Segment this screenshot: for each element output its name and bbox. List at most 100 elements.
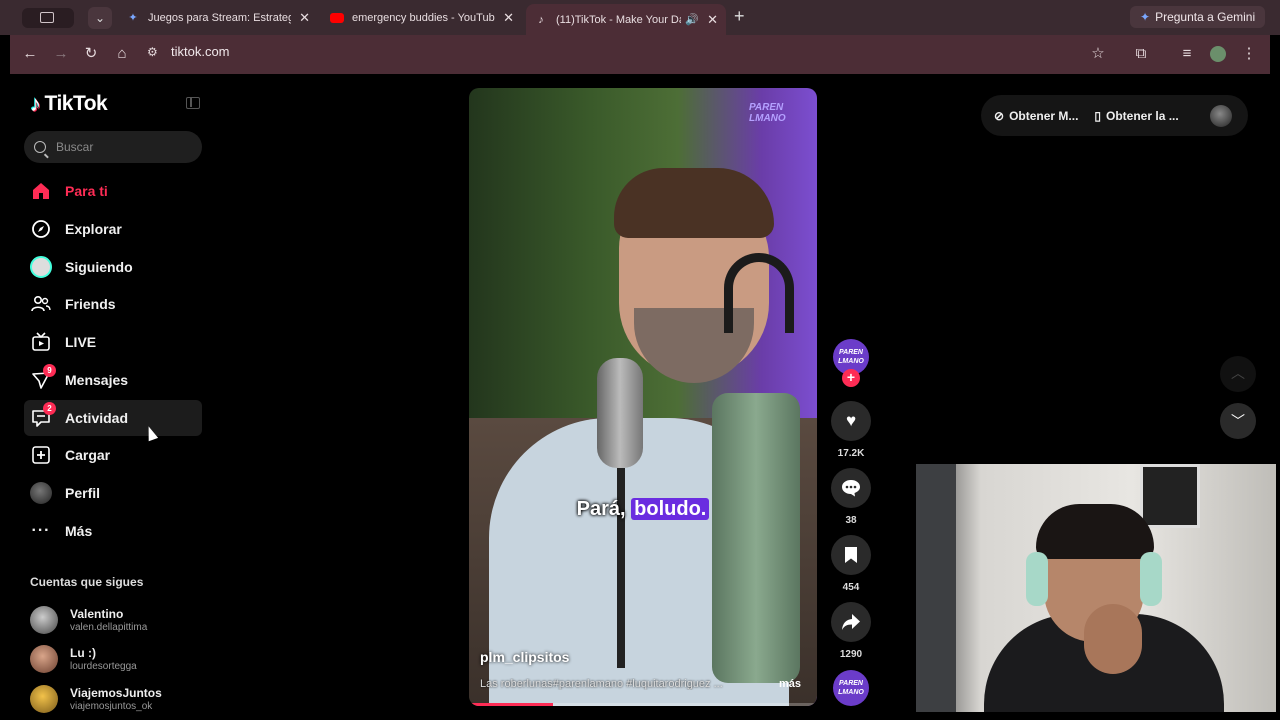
sidebar-item-label: Para ti — [65, 183, 108, 199]
comment-icon — [831, 468, 871, 508]
sidebar-item-live[interactable]: LIVE — [24, 324, 202, 360]
account-name: Lu :) — [70, 645, 96, 660]
comment-button[interactable]: 38 — [830, 468, 872, 526]
extensions-icon[interactable]: ⧉ — [1131, 44, 1151, 64]
tab-groups-button[interactable] — [22, 8, 74, 28]
tab-search-dropdown[interactable]: ⌄ — [88, 7, 112, 29]
sidebar-item-label: LIVE — [65, 334, 97, 350]
avatar — [30, 606, 58, 634]
address-bar: ← → ↻ ⌂ ⚙ tiktok.com ☆ ⧉ ≡ ⋮ — [10, 35, 1270, 74]
save-count: 454 — [842, 582, 860, 593]
sidebar-item-label: Cargar — [65, 447, 111, 464]
following-account[interactable]: Valentino valen.dellapittima — [30, 603, 210, 637]
video-person-hair — [614, 168, 774, 238]
like-button[interactable]: ♥ 17.2K — [830, 401, 872, 459]
live-icon — [30, 331, 52, 353]
get-app-button[interactable]: ▯ Obtener la ... — [1094, 109, 1178, 123]
webcam-person-hand — [1084, 604, 1142, 674]
video-brand-watermark: PAREN LMANO — [749, 102, 786, 124]
comment-count: 38 — [845, 515, 857, 526]
url-field[interactable]: ⚙ tiktok.com — [147, 44, 230, 59]
sidebar-item-label: Más — [65, 522, 93, 539]
media-controls-icon[interactable]: ≡ — [1177, 44, 1197, 64]
reload-button[interactable]: ↻ — [81, 44, 101, 64]
tab-title: (11)TikTok - Make Your Da — [556, 13, 682, 26]
following-account[interactable]: Lu :) lourdesortegga — [30, 642, 210, 676]
next-video-button[interactable]: ﹀ — [1220, 403, 1256, 439]
notification-badge: 9 — [43, 363, 56, 377]
messages-icon: 9 — [30, 363, 56, 391]
gemini-label: Pregunta a Gemini — [1155, 10, 1256, 24]
video-player[interactable]: PAREN LMANO Pará, boludo. plm_clipsitos … — [469, 88, 817, 706]
ask-gemini-button[interactable]: ✦ Pregunta a Gemini — [1130, 6, 1266, 28]
sidebar-item-mensajes[interactable]: 9 Mensajes — [24, 362, 202, 398]
coin-icon: ⊘ — [994, 108, 1005, 123]
home-icon — [30, 180, 52, 202]
collapse-sidebar-icon[interactable] — [186, 97, 200, 109]
get-coins-button[interactable]: ⊘ Obtener M... — [994, 109, 1078, 123]
search-input[interactable]: Buscar — [24, 131, 202, 163]
sidebar-item-friends[interactable]: Friends — [24, 286, 202, 322]
profile-avatar[interactable] — [1210, 105, 1232, 127]
follow-button[interactable]: + — [842, 369, 860, 387]
url-text: tiktok.com — [171, 44, 230, 59]
sidebar-item-label: Mensajes — [65, 371, 129, 388]
sidebar-item-mas[interactable]: ··· Más — [24, 513, 202, 549]
browser-menu-icon[interactable]: ⋮ — [1239, 44, 1259, 64]
search-placeholder: Buscar — [56, 140, 94, 154]
save-button[interactable]: 454 — [830, 535, 872, 593]
close-icon[interactable]: ✕ — [299, 10, 310, 26]
tab-gemini[interactable]: ✦ Juegos para Stream: Estrateg ✕ — [118, 4, 318, 31]
previous-video-button[interactable]: ︿ — [1220, 356, 1256, 392]
video-headphones — [724, 253, 794, 333]
button-label: Obtener M... — [1009, 108, 1079, 123]
logo-text: TikTok — [44, 92, 108, 115]
tiktok-icon: ♪ — [30, 91, 41, 116]
share-button[interactable]: 1290 — [830, 602, 872, 660]
gemini-star-icon: ✦ — [1140, 10, 1151, 24]
bookmark-star-icon[interactable]: ☆ — [1088, 44, 1108, 64]
close-icon[interactable]: ✕ — [503, 10, 514, 26]
friends-icon — [30, 293, 52, 315]
home-button[interactable]: ⌂ — [112, 44, 132, 64]
tab-tiktok[interactable]: ♪ (11)TikTok - Make Your Da 🔊 ✕ — [526, 4, 726, 35]
sidebar-item-label: Explorar — [65, 220, 122, 237]
avatar — [30, 685, 58, 713]
profile-avatar[interactable] — [1208, 44, 1228, 64]
sound-disc-avatar[interactable]: PAREN LMANO — [833, 670, 869, 706]
video-progress-bar[interactable] — [469, 703, 817, 706]
video-microphone — [597, 358, 643, 468]
video-author-username[interactable]: plm_clipsitos — [480, 649, 569, 665]
sidebar-item-actividad[interactable]: 2 Actividad — [24, 399, 202, 436]
upload-icon — [30, 444, 52, 466]
site-settings-icon[interactable]: ⚙ — [147, 45, 161, 59]
sidebar-item-explorar[interactable]: Explorar — [24, 211, 202, 247]
tiktok-logo[interactable]: ♪ TikTok — [30, 91, 108, 117]
tab-youtube[interactable]: emergency buddies - YouTub ✕ — [322, 4, 522, 31]
account-handle: viajemosjuntos_ok — [70, 700, 153, 712]
video-thermos — [712, 393, 800, 683]
forward-button[interactable]: → — [51, 44, 71, 64]
sidebar-item-label: Actividad — [65, 409, 129, 426]
button-label: Obtener la ... — [1106, 108, 1179, 123]
back-button[interactable]: ← — [20, 44, 40, 64]
close-icon[interactable]: ✕ — [707, 12, 718, 28]
sidebar-nav: Para ti Explorar Siguiendo Friends LIVE … — [24, 173, 202, 551]
sidebar-item-perfil[interactable]: Perfil — [24, 475, 202, 511]
following-icon — [30, 255, 52, 278]
caption-word-highlight: boludo. — [631, 498, 710, 520]
phone-icon: ▯ — [1094, 108, 1102, 123]
sidebar-item-para-ti[interactable]: Para ti — [24, 173, 202, 209]
sidebar-item-cargar[interactable]: Cargar — [24, 437, 202, 473]
browser-tab-bar: ⌄ ✦ Juegos para Stream: Estrateg ✕ emerg… — [0, 0, 1280, 35]
show-more-button[interactable]: más — [779, 678, 801, 690]
audio-playing-icon[interactable]: 🔊 — [685, 13, 699, 26]
caption-word: Pará, — [576, 498, 626, 520]
search-icon — [34, 141, 46, 153]
new-tab-button[interactable]: + — [734, 6, 745, 27]
sidebar-item-siguiendo[interactable]: Siguiendo — [24, 249, 202, 285]
top-actions-bar: ⊘ Obtener M... ▯ Obtener la ... — [981, 95, 1248, 136]
activity-icon: 2 — [30, 401, 56, 429]
compass-icon — [30, 218, 52, 240]
following-account[interactable]: ViajemosJuntos viajemosjuntos_ok — [30, 682, 210, 716]
